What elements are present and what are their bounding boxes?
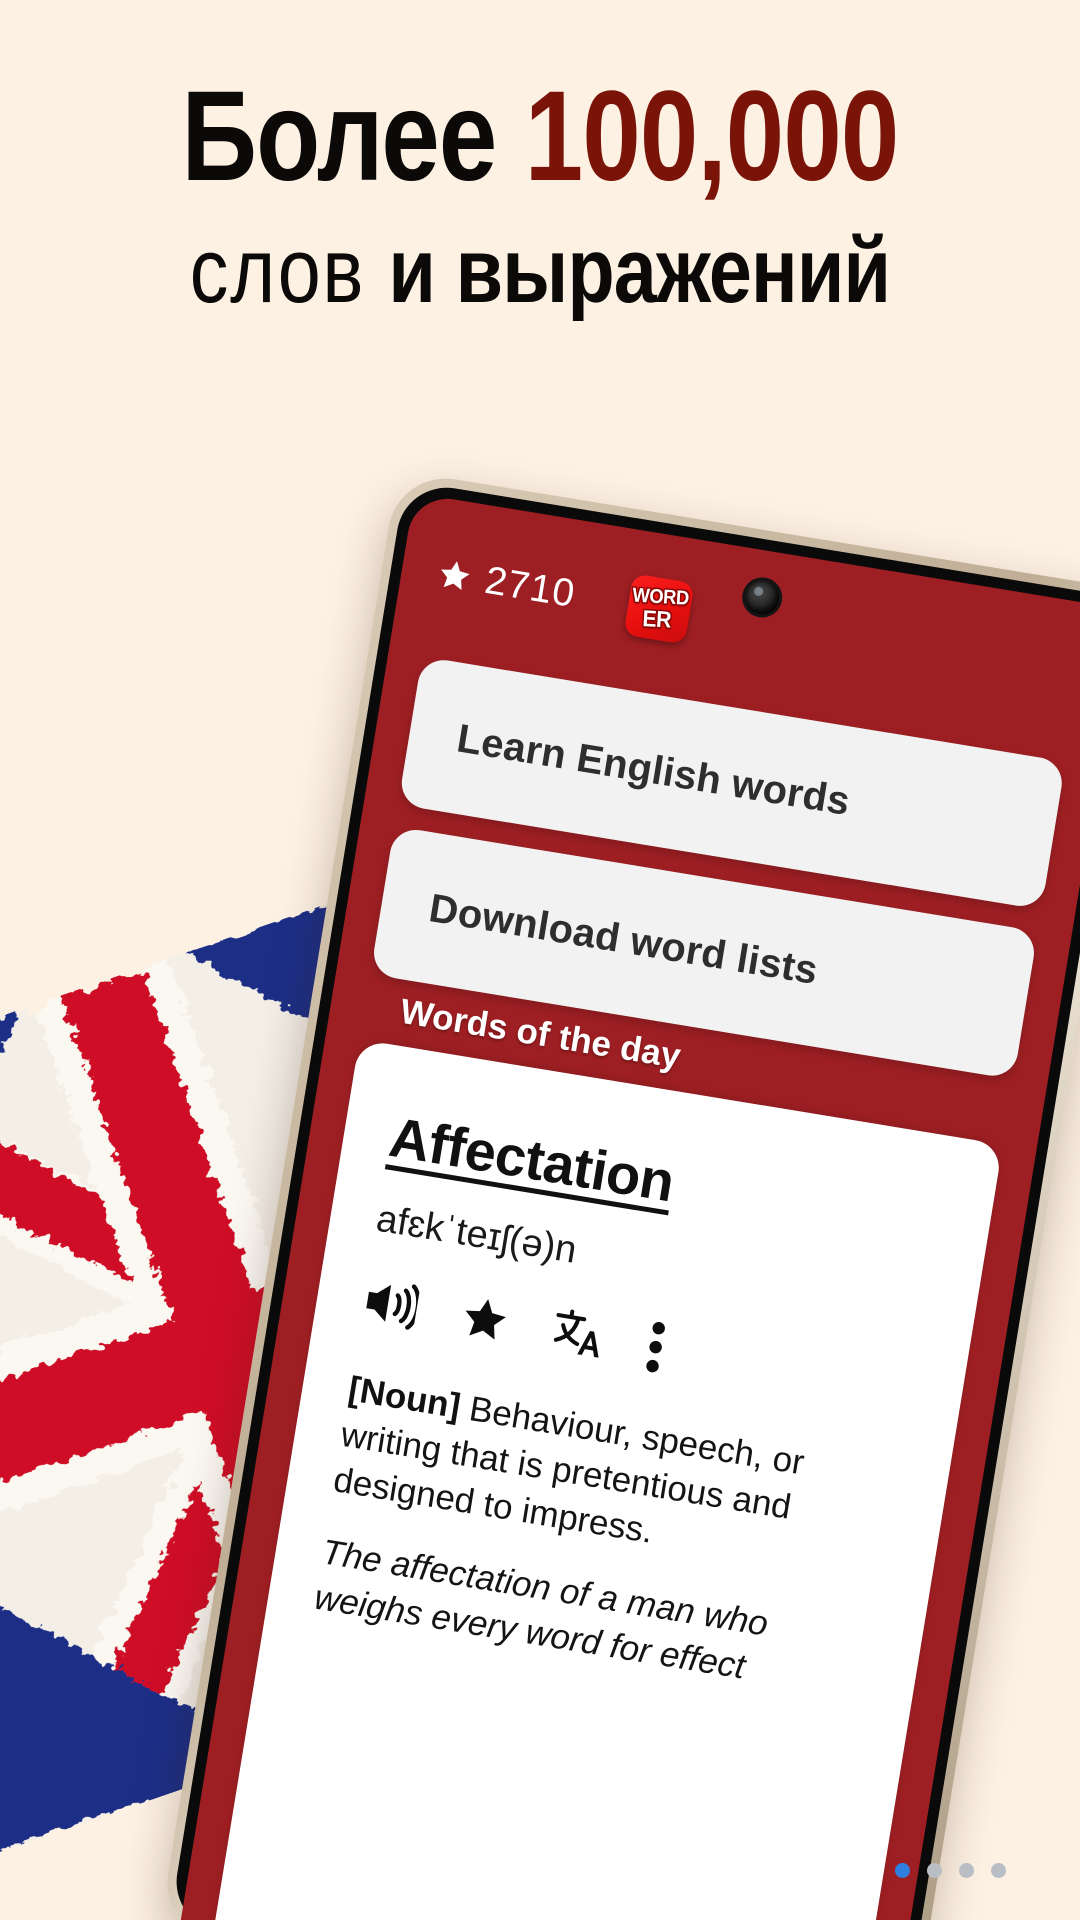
word-title: Affectation [385,1104,679,1214]
star-icon [441,561,470,591]
phone-mockup: 2710 WORD ER Learn English words Downloa… [158,470,1080,1920]
headline-line-1: Более 100,000 [97,71,983,203]
star-icon[interactable] [456,1291,513,1346]
brand-line-2: ER [642,605,673,633]
menu-card-label: Download word lists [426,885,821,993]
headline-subphrase: и выражений [388,219,891,322]
page-indicator [895,1863,1006,1878]
menu-card-label: Learn English words [453,715,854,824]
word-definition-block: [Noun] Behaviour, speech, or writing tha… [311,1366,905,1710]
page-dot[interactable] [959,1863,974,1878]
page-dot[interactable] [991,1863,1006,1878]
headline-subword: слов [189,219,389,322]
phone-screen: 2710 WORD ER Learn English words Downloa… [178,492,1080,1920]
headline-prefix: Более [181,65,525,208]
headline-block: Более 100,000 слов и выражений [0,71,1080,319]
page-dot[interactable] [927,1863,942,1878]
worder-logo-icon[interactable]: WORD ER [623,573,695,645]
word-of-the-day-card[interactable]: Affectation afɛkˈteɪʃ(ə)n [Noun] Behavio… [212,1039,1003,1920]
stars-count-label: 2710 [481,558,579,616]
stars-counter[interactable]: 2710 [434,551,578,617]
translate-icon[interactable] [549,1307,608,1363]
promo-stage: Более 100,000 слов и выражений 2710 WORD… [0,0,1080,1920]
speaker-icon[interactable] [360,1277,421,1331]
page-dot[interactable] [895,1863,910,1878]
more-vertical-icon[interactable] [644,1320,668,1374]
headline-number: 100,000 [524,65,899,208]
headline-line-2: слов и выражений [86,224,993,319]
